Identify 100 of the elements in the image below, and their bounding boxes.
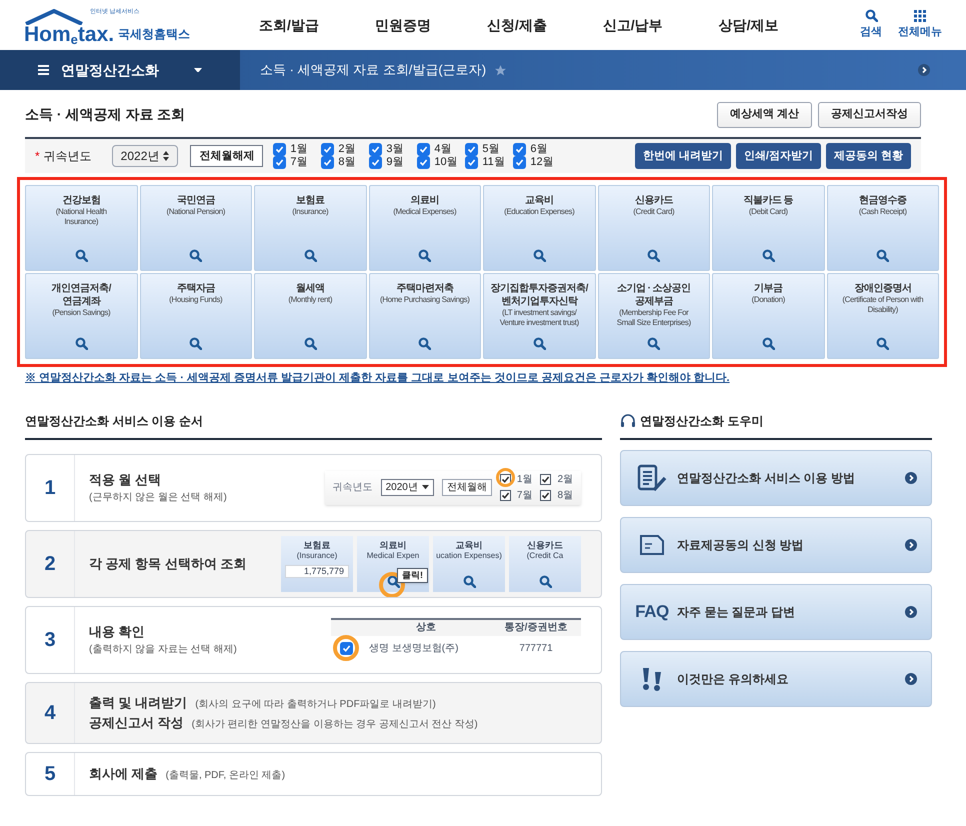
year-select[interactable]: 2022년 bbox=[112, 145, 178, 167]
month-label: 9월 bbox=[386, 156, 404, 169]
top-menu-link[interactable]: 상담/제보 bbox=[718, 14, 779, 36]
month-checkbox[interactable] bbox=[273, 143, 286, 156]
step-number: 2 bbox=[26, 530, 75, 596]
month-label: 12월 bbox=[530, 156, 554, 169]
illustration-cell-text: 생명 보생명보험(주) bbox=[368, 642, 460, 656]
category-card[interactable]: 신용카드 (Credit Card) bbox=[598, 185, 710, 271]
step-title: 각 공제 항목 선택하여 조회 bbox=[89, 554, 246, 573]
month-checkbox[interactable] bbox=[465, 143, 478, 156]
document-icon bbox=[639, 534, 665, 556]
month-label: 5월 bbox=[482, 143, 500, 156]
illustration-cell-text: 777771 bbox=[518, 642, 554, 656]
house-roof-icon bbox=[24, 9, 84, 25]
exclamation-icon bbox=[641, 666, 663, 692]
month-label: 4월 bbox=[434, 143, 452, 156]
illustration-checkbox[interactable] bbox=[340, 642, 352, 655]
required-mark: * bbox=[35, 148, 40, 165]
search-icon bbox=[876, 337, 890, 350]
category-card[interactable]: 직불카드 등 (Debit Card) bbox=[712, 185, 824, 271]
search-icon bbox=[74, 337, 88, 350]
search-icon bbox=[189, 337, 202, 350]
top-menu-link[interactable]: 조회/발급 bbox=[259, 14, 319, 36]
illustration-checkbox[interactable] bbox=[540, 490, 552, 501]
menu-dropdown[interactable]: 연말정산간소화 bbox=[0, 50, 240, 90]
month-checkbox[interactable] bbox=[465, 156, 478, 169]
month-label: 1월 bbox=[290, 143, 308, 156]
top-menu-link[interactable]: 신고/납부 bbox=[602, 14, 663, 36]
top-menu-link[interactable]: 신청/제출 bbox=[486, 14, 547, 36]
chevron-icon bbox=[905, 472, 917, 484]
caret-icon bbox=[422, 485, 429, 490]
search-icon bbox=[304, 337, 317, 350]
title-button[interactable]: 공제신고서작성 bbox=[818, 102, 921, 128]
month-checkbox[interactable] bbox=[321, 143, 334, 156]
category-card[interactable]: 현금영수증 (Cash Receipt) bbox=[826, 185, 939, 271]
category-card[interactable]: 월세액 (Monthly rent) bbox=[254, 273, 366, 359]
category-card[interactable]: 기부금 (Donation) bbox=[712, 273, 824, 359]
month-checkbox[interactable] bbox=[417, 143, 430, 156]
step-note: (출력물, PDF, 온라인 제출) bbox=[166, 768, 286, 783]
breadcrumb: 소득 · 세액공제 자료 조회/발급(근로자) bbox=[260, 61, 486, 80]
step-number: 4 bbox=[26, 682, 75, 742]
category-card[interactable]: 소기업 · 소상공인 공제부금 (Membership Fee For Small Size Enterprises) bbox=[598, 273, 710, 359]
month-label: 8월 bbox=[338, 156, 356, 169]
search-icon bbox=[647, 337, 660, 350]
illustration-month: 7월 bbox=[516, 489, 532, 503]
search-button[interactable]: 검색 bbox=[860, 9, 882, 41]
illustration-checkbox[interactable] bbox=[500, 490, 511, 501]
month-label: 11월 bbox=[482, 156, 505, 169]
month-checkbox[interactable] bbox=[321, 156, 334, 169]
month-checkbox[interactable] bbox=[513, 156, 526, 169]
helper-link[interactable]: 이것만은 유의하세요 bbox=[620, 650, 932, 706]
helper-link[interactable]: FAQ 자주 묻는 질문과 답변 bbox=[620, 584, 932, 640]
section-heading: 연말정산간소화 도우미 bbox=[640, 412, 764, 430]
favorite-star-icon[interactable] bbox=[494, 64, 508, 76]
top-menu-link[interactable]: 민원증명 bbox=[374, 14, 431, 36]
illustration-checkbox[interactable] bbox=[540, 474, 552, 485]
category-card[interactable]: 주택자금 (Housing Funds) bbox=[140, 273, 252, 359]
action-button[interactable]: 인쇄/점자받기 bbox=[736, 143, 821, 169]
category-card[interactable]: 보험료 (Insurance) bbox=[254, 185, 366, 271]
category-card[interactable]: 장애인증명서 (Certificate of Person with Disability) bbox=[826, 273, 939, 359]
step-number: 5 bbox=[26, 752, 75, 794]
search-icon bbox=[762, 249, 775, 262]
month-checkbox[interactable] bbox=[369, 156, 382, 169]
search-icon bbox=[538, 574, 552, 588]
step-title: 적용 월 선택 bbox=[89, 471, 162, 490]
search-icon bbox=[532, 249, 546, 262]
search-icon bbox=[864, 9, 878, 22]
month-checkbox[interactable] bbox=[273, 156, 286, 169]
illustration-label: 귀속년도 bbox=[332, 481, 373, 495]
search-icon bbox=[74, 249, 88, 262]
headset-icon bbox=[620, 414, 636, 428]
title-button[interactable]: 예상세액 계산 bbox=[716, 102, 812, 128]
action-button[interactable]: 제공동의 현황 bbox=[826, 143, 911, 169]
action-button[interactable]: 한번에 내려받기 bbox=[634, 143, 731, 169]
all-menu-button[interactable]: 전체메뉴 bbox=[898, 10, 942, 40]
category-card[interactable]: 주택마련저축 (Home Purchasing Savings) bbox=[368, 273, 481, 359]
category-card[interactable]: 개인연금저축/ 연금계좌 (Pension Savings) bbox=[25, 273, 138, 359]
category-card[interactable]: 의료비 (Medical Expenses) bbox=[368, 185, 481, 271]
notice-link[interactable]: ※ 연말정산간소화 자료는 소득 · 세액공제 증명서류 발급기관이 제출한 자료를 그대로 보여주는 것이므로 공제요건은 근로자가 확인해야 합니다. bbox=[25, 370, 966, 386]
category-card[interactable]: 교육비 (Education Expenses) bbox=[483, 185, 596, 271]
grid-icon bbox=[914, 10, 926, 22]
helper-label: 연말정산간소화 서비스 이용 방법 bbox=[677, 470, 856, 486]
category-card[interactable]: 건강보험 (National Health Insurance) bbox=[25, 185, 138, 271]
search-icon bbox=[532, 337, 546, 350]
month-checkbox[interactable] bbox=[369, 143, 382, 156]
category-card[interactable]: 장기집합투자증권저축/ 벤처기업투자신탁 (LT investment savings/ Venture investment trust) bbox=[483, 273, 596, 359]
helper-link[interactable]: 자료제공동의 신청 방법 bbox=[620, 516, 932, 572]
month-checkbox[interactable] bbox=[513, 143, 526, 156]
helper-label: 자료제공동의 신청 방법 bbox=[677, 536, 804, 554]
illustration-card-title: 교육비 bbox=[456, 540, 482, 551]
illustration-card-title: 신용카드 bbox=[527, 540, 563, 551]
section-heading: 연말정산간소화 서비스 이용 순서 bbox=[25, 412, 602, 440]
check-icon bbox=[342, 644, 350, 653]
month-checkbox[interactable] bbox=[417, 156, 430, 169]
document-pencil-icon bbox=[637, 464, 667, 492]
category-card[interactable]: 국민연금 (National Pension) bbox=[140, 185, 252, 271]
clear-months-button[interactable]: 전체월해제 bbox=[190, 145, 264, 167]
click-tooltip: 클릭! bbox=[397, 568, 428, 583]
helper-link[interactable]: 연말정산간소화 서비스 이용 방법 bbox=[620, 450, 932, 506]
logo-org-name: 국세청홈택스 bbox=[118, 26, 190, 43]
